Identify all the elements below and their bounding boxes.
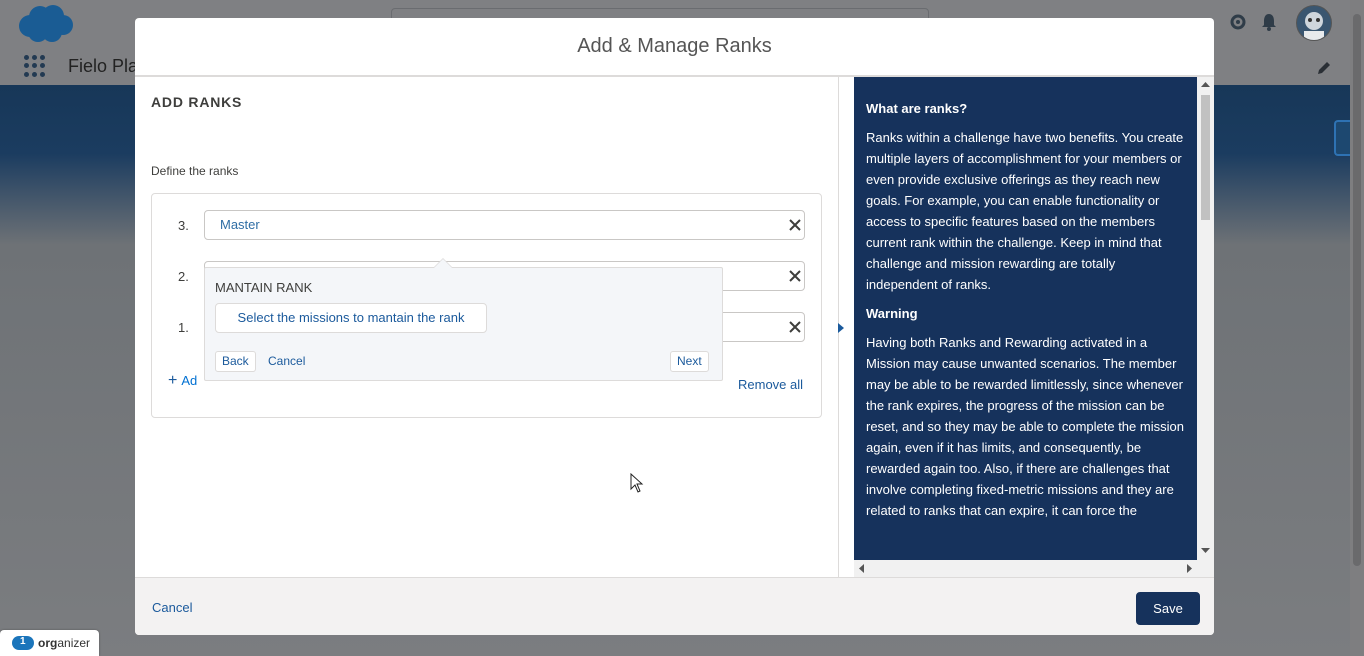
remove-all-link[interactable]: Remove all bbox=[738, 377, 803, 392]
modal-header: Add & Manage Ranks bbox=[135, 18, 1214, 77]
back-button[interactable]: Back bbox=[215, 351, 256, 372]
pencil-icon[interactable] bbox=[1316, 60, 1332, 76]
define-ranks-label: Define the ranks bbox=[151, 164, 239, 178]
select-missions-button[interactable]: Select the missions to mantain the rank bbox=[215, 303, 487, 333]
help-heading-warning: Warning bbox=[866, 306, 918, 321]
clear-icon[interactable] bbox=[787, 319, 803, 335]
ranks-editor-pane: ADD RANKS Define the ranks 3. Master 2. bbox=[135, 77, 839, 577]
modal-title: Add & Manage Ranks bbox=[577, 35, 772, 57]
organizer-extension-button[interactable]: organizer bbox=[0, 630, 99, 656]
scroll-up-icon[interactable] bbox=[1201, 81, 1210, 88]
avatar[interactable] bbox=[1296, 5, 1332, 41]
app-launcher-icon[interactable] bbox=[24, 55, 46, 77]
popover-title: MANTAIN RANK bbox=[215, 280, 313, 295]
rank-row: 3. Master bbox=[152, 210, 821, 242]
help-heading-ranks: What are ranks? bbox=[866, 101, 968, 116]
maintain-rank-popover: MANTAIN RANK Select the missions to mant… bbox=[204, 258, 723, 381]
add-rank-link[interactable]: + Ad bbox=[168, 372, 197, 390]
modal-footer: Cancel Save bbox=[135, 577, 1214, 635]
help-panel: What are ranks? Ranks within a challenge… bbox=[854, 77, 1197, 560]
rank-number: 3. bbox=[178, 218, 189, 233]
bell-icon[interactable] bbox=[1259, 12, 1279, 32]
modal-body: ADD RANKS Define the ranks 3. Master 2. bbox=[135, 77, 1214, 577]
help-paragraph-warning: Having both Ranks and Rewarding activate… bbox=[866, 335, 1184, 518]
app-name: Fielo Pla bbox=[68, 56, 139, 76]
page-scrollbar[interactable] bbox=[1350, 0, 1364, 656]
cancel-button[interactable]: Cancel bbox=[152, 600, 192, 615]
rank-number: 2. bbox=[178, 269, 189, 284]
scroll-left-icon[interactable] bbox=[858, 564, 865, 573]
popover-cancel-link[interactable]: Cancel bbox=[268, 354, 305, 368]
rank-number: 1. bbox=[178, 320, 189, 335]
rank-name-input[interactable]: Master bbox=[204, 210, 805, 240]
salesforce-logo-icon[interactable] bbox=[16, 4, 74, 44]
section-title: ADD RANKS bbox=[151, 94, 243, 110]
clear-icon[interactable] bbox=[787, 217, 803, 233]
mouse-cursor-icon bbox=[630, 473, 644, 493]
chevron-right-icon[interactable] bbox=[838, 323, 844, 333]
scroll-right-icon[interactable] bbox=[1186, 564, 1193, 573]
next-button[interactable]: Next bbox=[670, 351, 709, 372]
help-paragraph-ranks: Ranks within a challenge have two benefi… bbox=[866, 130, 1184, 292]
help-vertical-scrollbar[interactable] bbox=[1197, 77, 1214, 560]
save-button[interactable]: Save bbox=[1136, 592, 1200, 625]
plus-icon: + bbox=[168, 372, 178, 389]
cloud-icon bbox=[12, 636, 34, 650]
clear-icon[interactable] bbox=[787, 268, 803, 284]
help-horizontal-scrollbar[interactable] bbox=[854, 560, 1214, 577]
scroll-down-icon[interactable] bbox=[1201, 547, 1210, 554]
gear-icon[interactable] bbox=[1228, 12, 1248, 32]
add-manage-ranks-modal: Add & Manage Ranks ADD RANKS Define the … bbox=[135, 18, 1214, 635]
